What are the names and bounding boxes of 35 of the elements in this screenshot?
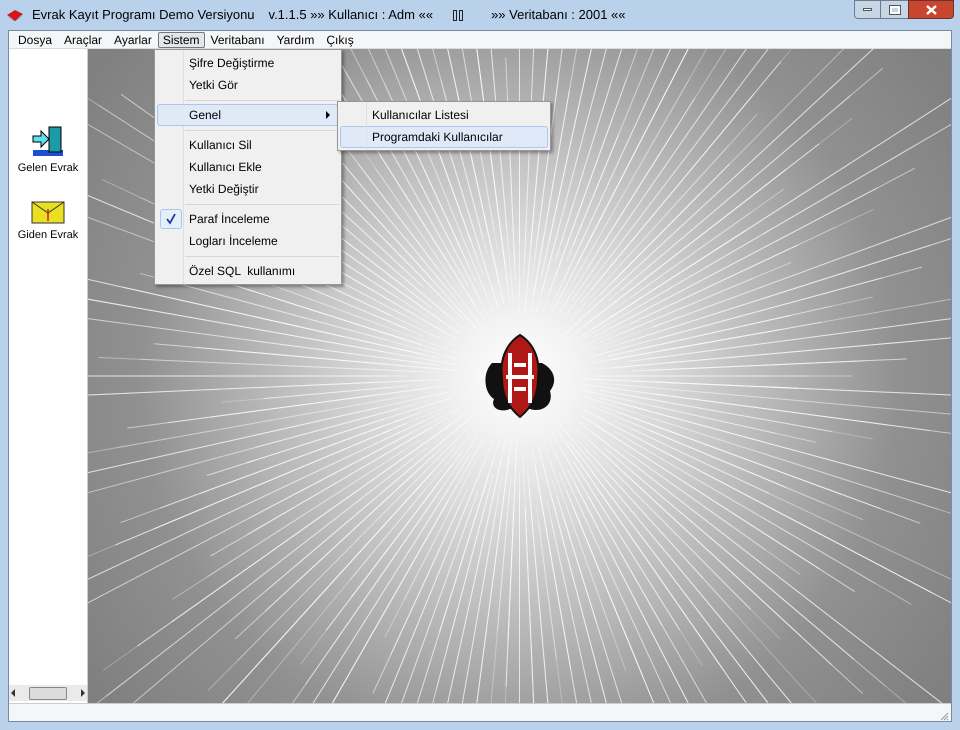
submenu-arrow-icon (326, 111, 330, 119)
menu-item[interactable]: Dosya (12, 32, 58, 48)
menu-item[interactable]: Veritabanı (204, 32, 271, 48)
menu-option[interactable]: Özel SQL kullanımı (157, 260, 339, 282)
maximize-button[interactable] (881, 0, 908, 19)
close-button[interactable] (908, 0, 954, 19)
columns-icon (453, 10, 464, 20)
menu-item[interactable]: Sistem (158, 32, 205, 48)
menu-option[interactable]: Kullanıcı Sil (157, 134, 339, 156)
menu-option[interactable]: Yetki Değiştir (157, 178, 339, 200)
menu-option[interactable]: Programdaki Kullanıcılar (340, 126, 548, 148)
menu-option[interactable]: Kullanıcı Ekle (157, 156, 339, 178)
door-arrow-icon (31, 124, 65, 158)
menu-option[interactable]: Kullanıcılar Listesi (340, 104, 548, 126)
menu-option[interactable]: Şifre Değiştirme (157, 52, 339, 74)
resize-grip-icon (940, 712, 949, 721)
menu-item[interactable]: Araçlar (58, 32, 108, 48)
menu-option[interactable]: Paraf İnceleme (157, 208, 339, 230)
sidebar-item[interactable]: Gelen Evrak (18, 160, 78, 176)
envelope-icon (31, 198, 65, 224)
menu-item[interactable]: Çıkış (320, 32, 360, 48)
database-text: »» Veritabanı : 2001 «« (491, 6, 626, 24)
menu-option[interactable]: Genel (157, 104, 339, 126)
left-arrow-icon[interactable] (11, 689, 15, 697)
version-user-text: v.1.1.5 »» Kullanıcı : Adm «« (268, 6, 434, 24)
scroll-thumb[interactable] (29, 686, 67, 700)
sidebar-item[interactable]: Giden Evrak (18, 226, 78, 243)
minimize-button[interactable] (854, 0, 881, 19)
menu-item[interactable]: Ayarlar (108, 32, 158, 48)
book-icon (6, 8, 24, 22)
menu-option[interactable]: Logları İnceleme (157, 230, 339, 252)
menu-item[interactable]: Yardım (270, 32, 320, 48)
window-title: Evrak Kayıt Programı Demo Versiyonu (32, 6, 255, 24)
menu-option[interactable]: Yetki Gör (157, 74, 339, 96)
close-icon (926, 4, 936, 14)
